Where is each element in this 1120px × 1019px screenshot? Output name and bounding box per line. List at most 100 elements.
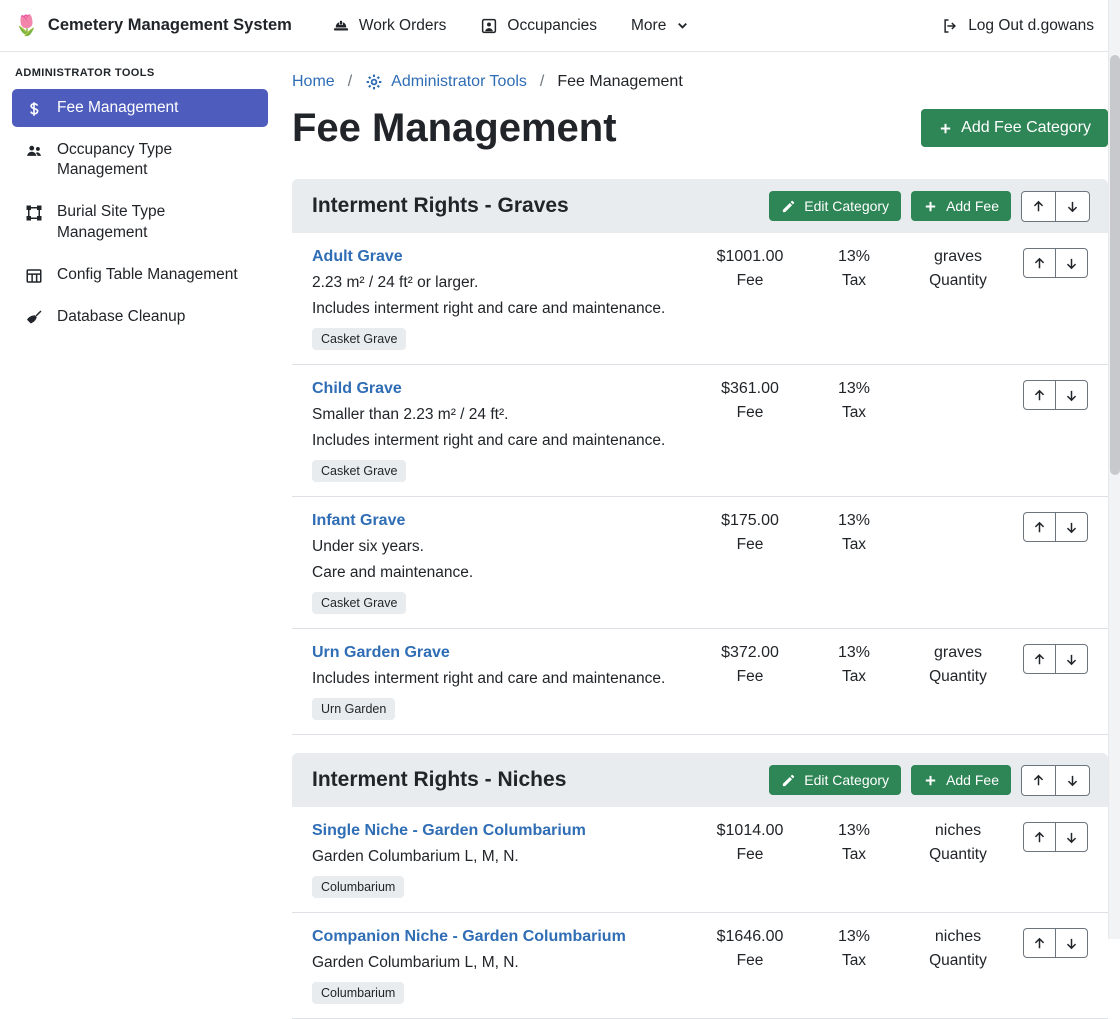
sidebar-item-database-cleanup[interactable]: Database Cleanup (12, 298, 268, 336)
fee-quantity-column: niches Quantity (906, 928, 1010, 970)
fee-tax: 13% (802, 248, 906, 266)
fee-row: Infant Grave Under six years. Care and m… (292, 497, 1108, 629)
arrow-down-icon (1064, 936, 1079, 951)
sidebar-item-burial-site-type-management[interactable]: Burial Site Type Management (12, 193, 268, 251)
fee-name[interactable]: Companion Niche - Garden Columbarium (312, 928, 626, 946)
app-brand[interactable]: 🌷 Cemetery Management System (14, 16, 292, 36)
logout-icon (941, 17, 959, 35)
quantity-label: Quantity (906, 272, 1010, 290)
add-fee-label: Add Fee (946, 772, 999, 788)
sidebar-item-fee-management[interactable]: Fee Management (12, 89, 268, 127)
add-fee-button[interactable]: Add Fee (911, 765, 1011, 795)
sidebar-item-label: Database Cleanup (57, 307, 185, 327)
fee-badge: Columbarium (312, 876, 404, 898)
breadcrumb-home-link[interactable]: Home (292, 73, 335, 91)
scrollbar-thumb[interactable] (1110, 55, 1120, 475)
add-fee-button[interactable]: Add Fee (911, 191, 1011, 221)
fee-main: Child Grave Smaller than 2.23 m² / 24 ft… (312, 380, 698, 482)
sidebar-heading: Administrator Tools (12, 67, 268, 79)
logout-button[interactable]: Log Out d.gowans (941, 17, 1094, 35)
move-fee-down-button[interactable] (1055, 822, 1088, 852)
occupant-frame-icon (480, 17, 498, 35)
move-fee-up-button[interactable] (1023, 928, 1056, 958)
breadcrumb-current: Fee Management (557, 73, 682, 91)
fee-tax: 13% (802, 928, 906, 946)
breadcrumb-admin-tools-link[interactable]: Administrator Tools (365, 73, 527, 91)
fee-row: Single Niche - Garden Columbarium Garden… (292, 807, 1108, 913)
edit-category-button[interactable]: Edit Category (769, 191, 901, 221)
fee-tax-column: 13% Tax (802, 644, 906, 686)
title-row: Fee Management Add Fee Category (292, 103, 1108, 153)
nav-item-work-orders[interactable]: Work Orders (332, 17, 447, 35)
fee-amount: $1014.00 (698, 822, 802, 840)
nav-item-more[interactable]: More (631, 17, 690, 35)
tax-label: Tax (802, 952, 906, 970)
arrow-up-icon (1032, 388, 1047, 403)
fee-name[interactable]: Infant Grave (312, 512, 405, 530)
category-title: Interment Rights - Graves (312, 194, 769, 218)
fee-badge: Casket Grave (312, 592, 406, 614)
move-fee-up-button[interactable] (1023, 512, 1056, 542)
fee-amount-column: $1646.00 Fee (698, 928, 802, 970)
fee-quantity-column: niches Quantity (906, 822, 1010, 864)
arrow-up-icon (1032, 936, 1047, 951)
dollar-icon (24, 100, 44, 118)
move-fee-down-button[interactable] (1055, 928, 1088, 958)
fee-main: Companion Niche - Garden Columbarium Gar… (312, 928, 698, 1004)
vector-square-icon (24, 204, 44, 222)
nav-item-occupancies[interactable]: Occupancies (480, 17, 597, 35)
fee-tax-column: 13% Tax (802, 248, 906, 290)
move-fee-up-button[interactable] (1023, 822, 1056, 852)
arrow-up-icon (1031, 773, 1046, 788)
fee-name[interactable]: Adult Grave (312, 248, 403, 266)
move-category-up-button[interactable] (1021, 191, 1056, 222)
breadcrumb-separator: / (348, 73, 352, 91)
fee-description-2: Includes interment right and care and ma… (312, 432, 698, 450)
fee-tax-column: 13% Tax (802, 512, 906, 554)
sidebar-item-occupancy-type-management[interactable]: Occupancy Type Management (12, 131, 268, 189)
fee-name[interactable]: Child Grave (312, 380, 402, 398)
add-fee-category-button[interactable]: Add Fee Category (921, 109, 1108, 147)
fee-label: Fee (698, 668, 802, 686)
move-fee-down-button[interactable] (1055, 380, 1088, 410)
fee-badge: Columbarium (312, 982, 404, 1004)
quantity-label: Quantity (906, 952, 1010, 970)
quantity-label: Quantity (906, 846, 1010, 864)
arrow-up-icon (1032, 520, 1047, 535)
move-fee-down-button[interactable] (1055, 644, 1088, 674)
move-category-down-button[interactable] (1055, 191, 1090, 222)
move-category-down-button[interactable] (1055, 765, 1090, 796)
fee-label: Fee (698, 404, 802, 422)
fee-amount-column: $175.00 Fee (698, 512, 802, 554)
move-category-up-button[interactable] (1021, 765, 1056, 796)
sidebar-item-config-table-management[interactable]: Config Table Management (12, 256, 268, 294)
table-icon (24, 267, 44, 285)
fee-main: Adult Grave 2.23 m² / 24 ft² or larger. … (312, 248, 698, 350)
fee-category-panel: Interment Rights - Graves Edit Category … (292, 179, 1108, 735)
arrow-down-icon (1064, 520, 1079, 535)
fee-description-2: Care and maintenance. (312, 564, 698, 582)
move-fee-down-button[interactable] (1055, 248, 1088, 278)
move-fee-up-button[interactable] (1023, 248, 1056, 278)
main-layout: Administrator Tools Fee Management Occup… (0, 52, 1120, 939)
nav-item-label: Occupancies (507, 17, 597, 35)
logout-label: Log Out d.gowans (968, 17, 1094, 35)
move-fee-up-button[interactable] (1023, 644, 1056, 674)
fee-badge: Casket Grave (312, 328, 406, 350)
fee-name[interactable]: Single Niche - Garden Columbarium (312, 822, 586, 840)
fee-name[interactable]: Urn Garden Grave (312, 644, 450, 662)
move-fee-up-button[interactable] (1023, 380, 1056, 410)
navbar-links: Work Orders Occupancies More (332, 17, 691, 35)
arrow-up-icon (1032, 830, 1047, 845)
sidebar-item-label: Occupancy Type Management (57, 140, 256, 180)
fee-label: Fee (698, 952, 802, 970)
vertical-scrollbar[interactable] (1108, 0, 1120, 939)
category-body: Adult Grave 2.23 m² / 24 ft² or larger. … (292, 233, 1108, 735)
move-fee-down-button[interactable] (1055, 512, 1088, 542)
fee-badge: Urn Garden (312, 698, 395, 720)
fee-amount: $372.00 (698, 644, 802, 662)
main-content: Home / Administrator Tools / Fee Managem… (280, 52, 1120, 939)
edit-category-button[interactable]: Edit Category (769, 765, 901, 795)
app-title: Cemetery Management System (48, 16, 292, 35)
arrow-down-icon (1064, 830, 1079, 845)
